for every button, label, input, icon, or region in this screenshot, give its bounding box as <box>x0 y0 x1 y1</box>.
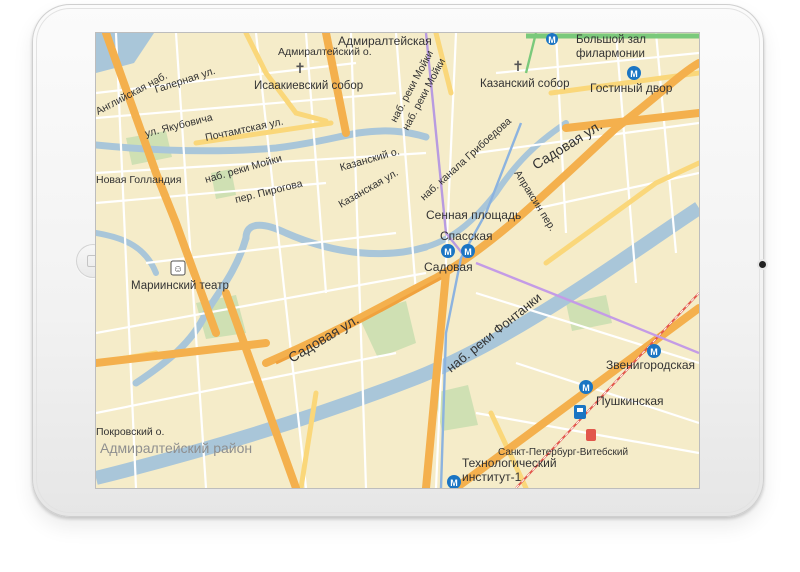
station-pushkinskaya-label: Пушкинская <box>596 394 664 408</box>
station-admiralteyskaya[interactable]: Адмиралтейская <box>338 34 432 48</box>
district-label: Адмиралтейский район <box>100 440 252 456</box>
train-icon-rail <box>586 429 596 441</box>
cross-icon: ✝ <box>294 60 306 76</box>
station-philharmonic-metro[interactable]: M <box>546 33 558 45</box>
metro-glyph: M <box>450 478 458 488</box>
station-tekhnolog-label-2: институт-1 <box>462 470 522 484</box>
metro-glyph: M <box>650 347 658 357</box>
novaya-gollandia-label: Новая Голландия <box>96 174 182 186</box>
poi-philharmonic-label-2: филармонии <box>576 48 645 60</box>
metro-glyph: M <box>464 247 472 257</box>
station-spasskaya-label: Спасская <box>440 229 493 243</box>
metro-glyph: M <box>630 69 638 79</box>
theatre-mask-glyph: ☺ <box>173 264 183 275</box>
station-admiralteyskaya-label: Адмиралтейская <box>338 34 432 48</box>
metro-glyph: M <box>582 383 590 393</box>
map-canvas[interactable]: Адмиралтейский район Английская наб. Гал… <box>96 33 699 488</box>
poi-kazan-label: Казанский собор <box>480 78 569 90</box>
metro-glyph: M <box>444 247 452 257</box>
station-sadovaya-label: Садовая <box>424 260 473 274</box>
poi-mariinsky-label: Мариинский театр <box>131 280 229 292</box>
station-zvenigorodskaya-label: Звенигородская <box>606 358 695 372</box>
station-sennaya-label: Сенная площадь <box>426 208 521 222</box>
train-icon-window <box>577 408 583 412</box>
map-view[interactable]: Адмиралтейский район Английская наб. Гал… <box>95 32 700 489</box>
poi-philharmonic-label-1: Большой зал <box>576 34 646 46</box>
street-pokrovsky: Покровский о. <box>96 426 164 438</box>
cross-icon: ✝ <box>512 58 524 74</box>
station-sennaya[interactable]: Сенная площадь <box>426 208 521 222</box>
station-tekhnolog-label-1: Технологический <box>462 456 557 470</box>
poi-isaac-label: Исаакиевский собор <box>254 80 363 92</box>
front-camera <box>759 261 766 268</box>
metro-glyph: M <box>548 35 556 45</box>
station-gostiny-label: Гостиный двор <box>590 81 673 95</box>
